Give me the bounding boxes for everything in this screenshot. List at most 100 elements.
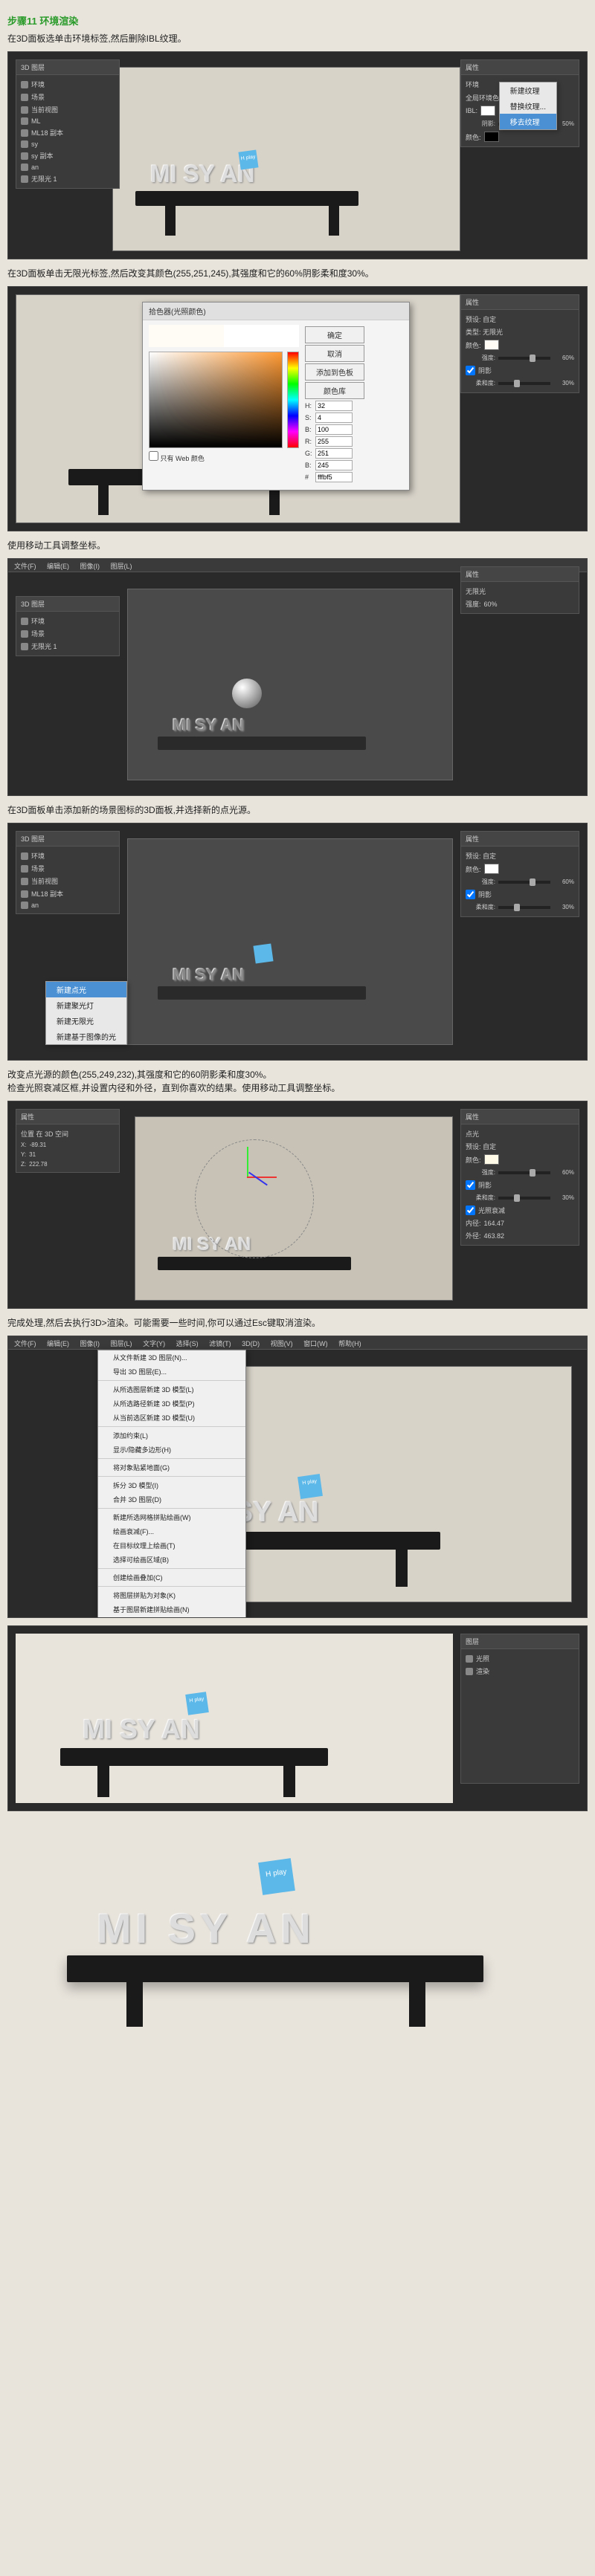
menu-type[interactable]: 文字(Y) xyxy=(143,1340,165,1347)
eye-icon[interactable] xyxy=(21,852,28,860)
layer-item[interactable]: 光照 xyxy=(466,1652,574,1665)
swatch-color[interactable] xyxy=(484,864,499,874)
eye-icon[interactable] xyxy=(21,865,28,873)
context-menu[interactable]: 新建点光 新建聚光灯 新建无限光 新建基于图像的光 xyxy=(45,981,127,1045)
ctx-item[interactable]: 移去纹理 xyxy=(500,114,556,129)
light-falloff-ring[interactable] xyxy=(195,1139,314,1258)
menu-layer[interactable]: 图层(L) xyxy=(111,1340,132,1347)
falloff-checkbox[interactable] xyxy=(466,1206,475,1215)
dd-item[interactable]: 拆分 3D 模型(I) xyxy=(98,1478,245,1492)
menu-edit[interactable]: 编辑(E) xyxy=(47,1340,69,1347)
props-preset[interactable]: 预设: 自定 xyxy=(466,1140,574,1153)
layer-item[interactable]: 场景 xyxy=(21,91,115,103)
eye-icon[interactable] xyxy=(21,152,28,160)
swatch-ibl[interactable] xyxy=(480,106,495,116)
layer-item[interactable]: 渲染 xyxy=(466,1665,574,1677)
dd-item[interactable]: 显示/隐藏多边形(H) xyxy=(98,1443,245,1457)
layer-item[interactable]: an xyxy=(21,900,115,910)
dd-item[interactable]: 新建所选网格拼贴绘画(W) xyxy=(98,1510,245,1524)
menu-file[interactable]: 文件(F) xyxy=(14,563,36,570)
eye-icon[interactable] xyxy=(466,1668,473,1675)
swatch-color[interactable] xyxy=(484,340,499,350)
eye-icon[interactable] xyxy=(21,902,28,909)
cp-gradient[interactable] xyxy=(149,352,283,448)
dd-item[interactable]: 在目标纹理上绘画(T) xyxy=(98,1538,245,1553)
dd-item[interactable]: 绘画衰减(F)... xyxy=(98,1524,245,1538)
panel-layers[interactable]: 图层 光照 渲染 xyxy=(460,1634,579,1784)
dd-item[interactable]: 导出 3D 图层(E)... xyxy=(98,1365,245,1379)
menu-filter[interactable]: 滤镜(T) xyxy=(209,1340,231,1347)
shadow-checkbox[interactable] xyxy=(466,1180,475,1190)
layer-item[interactable]: sy xyxy=(21,139,115,149)
layer-item[interactable]: an xyxy=(21,162,115,172)
panel-properties-left[interactable]: 属性 位置 在 3D 空间 X: -89.31 Y: 31 Z: 222.78 xyxy=(16,1109,120,1173)
cp-r[interactable] xyxy=(315,436,353,447)
cp-libs[interactable]: 颜色库 xyxy=(305,382,364,399)
cp-cancel[interactable]: 取消 xyxy=(305,345,364,362)
shadow-checkbox[interactable] xyxy=(466,890,475,899)
panel-properties[interactable]: 属性 预设: 自定 类型: 无限光 颜色: 强度:60% 阴影 柔和度:30% xyxy=(460,294,579,393)
menu-window[interactable]: 窗口(W) xyxy=(303,1340,328,1347)
shadow-checkbox[interactable] xyxy=(466,366,475,375)
props-preset[interactable]: 预设: 自定 xyxy=(466,850,574,862)
menu-3d[interactable]: 3D(D) xyxy=(242,1340,260,1347)
menu-layer[interactable]: 图层(L) xyxy=(111,563,132,570)
props-preset[interactable]: 预设: 自定 xyxy=(466,313,574,326)
context-menu[interactable]: 新建纹理 替换纹理... 移去纹理 xyxy=(499,82,557,130)
layer-item[interactable]: 环境 xyxy=(21,615,115,627)
dd-item[interactable]: 将对象贴紧地面(G) xyxy=(98,1460,245,1475)
cp-h[interactable] xyxy=(315,401,353,411)
ctx-item[interactable]: 新建点光 xyxy=(46,982,126,997)
swatch-color[interactable] xyxy=(484,132,499,142)
eye-icon[interactable] xyxy=(21,117,28,125)
dd-item[interactable]: 添加约束(L) xyxy=(98,1428,245,1443)
eye-icon[interactable] xyxy=(21,878,28,885)
eye-icon[interactable] xyxy=(21,618,28,625)
layer-item[interactable]: 环境 xyxy=(21,850,115,862)
menu-select[interactable]: 选择(S) xyxy=(176,1340,199,1347)
eye-icon[interactable] xyxy=(21,630,28,638)
layer-item[interactable]: ML xyxy=(21,116,115,126)
cp-s[interactable] xyxy=(315,412,353,423)
slider-soft[interactable] xyxy=(498,1197,550,1200)
slider-soft[interactable] xyxy=(498,382,550,385)
dd-item[interactable]: 创建绘画叠加(C) xyxy=(98,1570,245,1585)
eye-icon[interactable] xyxy=(21,890,28,898)
layer-item[interactable]: sy 副本 xyxy=(21,149,115,162)
cp-b2[interactable] xyxy=(315,460,353,470)
dd-item[interactable]: 从所选图层新建 3D 模型(L) xyxy=(98,1382,245,1397)
panel-3d[interactable]: 3D 图层 环境 场景 当前视图 ML18 副本 an xyxy=(16,831,120,914)
dd-item[interactable]: 合并 3D 图层(D) xyxy=(98,1492,245,1507)
layer-item[interactable]: 当前视图 xyxy=(21,875,115,887)
dd-item[interactable]: 从文件新建 3D 图层(N)... xyxy=(98,1350,245,1365)
eye-icon[interactable] xyxy=(21,81,28,88)
ctx-item[interactable]: 新建无限光 xyxy=(46,1013,126,1029)
slider-intensity[interactable] xyxy=(498,881,550,884)
ctx-item[interactable]: 新建基于图像的光 xyxy=(46,1029,126,1044)
cp-b[interactable] xyxy=(315,424,353,435)
panel-properties[interactable]: 属性 无限光 强度: 60% xyxy=(460,566,579,614)
cp-hue[interactable] xyxy=(287,352,299,448)
dd-item[interactable]: 重新参数化 UV(Z)... xyxy=(98,1617,245,1618)
eye-icon[interactable] xyxy=(21,129,28,137)
light-sphere[interactable] xyxy=(232,679,262,708)
layer-item[interactable]: 无限光 1 xyxy=(21,640,115,653)
layer-item[interactable]: ML18 副本 xyxy=(21,126,115,139)
cp-add[interactable]: 添加到色板 xyxy=(305,363,364,381)
eye-icon[interactable] xyxy=(21,643,28,650)
dd-item[interactable]: 选择可绘画区域(B) xyxy=(98,1553,245,1567)
slider-intensity[interactable] xyxy=(498,357,550,360)
panel-properties[interactable]: 属性 预设: 自定 颜色: 强度:60% 阴影 柔和度:30% xyxy=(460,831,579,917)
cp-webonly-checkbox[interactable] xyxy=(149,451,158,461)
layer-item[interactable]: 场景 xyxy=(21,862,115,875)
dd-item[interactable]: 基于图层新建拼贴绘画(N) xyxy=(98,1602,245,1617)
slider-intensity[interactable] xyxy=(498,1171,550,1174)
layer-item[interactable]: 当前视图 xyxy=(21,103,115,116)
cp-hex[interactable] xyxy=(315,472,353,482)
panel-3d[interactable]: 3D 图层 环境 场景 无限光 1 xyxy=(16,596,120,656)
eye-icon[interactable] xyxy=(466,1655,473,1663)
ctx-item[interactable]: 新建聚光灯 xyxy=(46,997,126,1013)
dd-item[interactable]: 将图层拼贴为对象(K) xyxy=(98,1588,245,1602)
panel-3d[interactable]: 3D 图层 环境 场景 当前视图 ML ML18 副本 sy sy 副本 an … xyxy=(16,59,120,189)
dd-item[interactable]: 从所选路径新建 3D 模型(P) xyxy=(98,1397,245,1411)
